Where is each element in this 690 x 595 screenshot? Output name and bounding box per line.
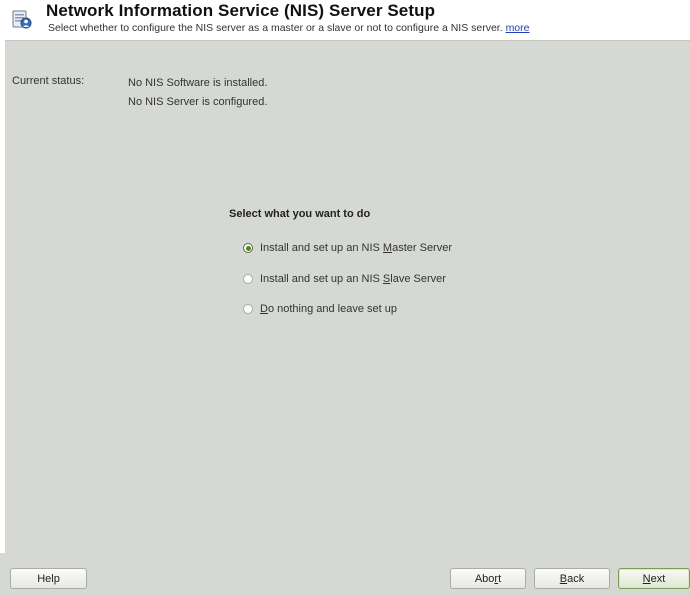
radio-button[interactable]: [243, 274, 253, 284]
radio-button[interactable]: [243, 304, 253, 314]
abort-button[interactable]: Abo r t: [450, 568, 526, 589]
page-title: Network Information Service (NIS) Server…: [46, 1, 436, 20]
action-group-title: Select what you want to do: [229, 208, 371, 220]
radio-slave-server[interactable]: Install and set up an NIS Slave Server: [243, 271, 446, 287]
radio-do-nothing[interactable]: Do nothing and leave set up: [243, 301, 397, 317]
next-button[interactable]: Next: [618, 568, 690, 589]
option-label-do-nothing: Do nothing and leave set up: [260, 303, 397, 315]
button-bar: Help Abo r t Back Next: [0, 553, 690, 595]
current-status-label: Current status:: [12, 75, 85, 87]
option-label-master: Install and set up an NIS Master Server: [260, 242, 453, 254]
nis-server-app-icon: [10, 8, 34, 32]
radio-button-checked[interactable]: [243, 243, 253, 253]
status-server-text: No NIS Server is configured.: [128, 96, 268, 108]
page-subtitle: Select whether to configure the NIS serv…: [48, 22, 530, 34]
subtitle-text: Select whether to configure the NIS serv…: [48, 22, 503, 34]
status-software-text: No NIS Software is installed.: [128, 77, 268, 89]
option-label-slave: Install and set up an NIS Slave Server: [260, 273, 446, 285]
back-button[interactable]: Back: [534, 568, 610, 589]
header: Network Information Service (NIS) Server…: [0, 0, 690, 40]
more-link[interactable]: more: [506, 22, 530, 34]
help-button[interactable]: Help: [10, 568, 87, 589]
main-panel: Current status: No NIS Software is insta…: [5, 40, 690, 554]
radio-master-server[interactable]: Install and set up an NIS Master Server: [243, 240, 452, 256]
